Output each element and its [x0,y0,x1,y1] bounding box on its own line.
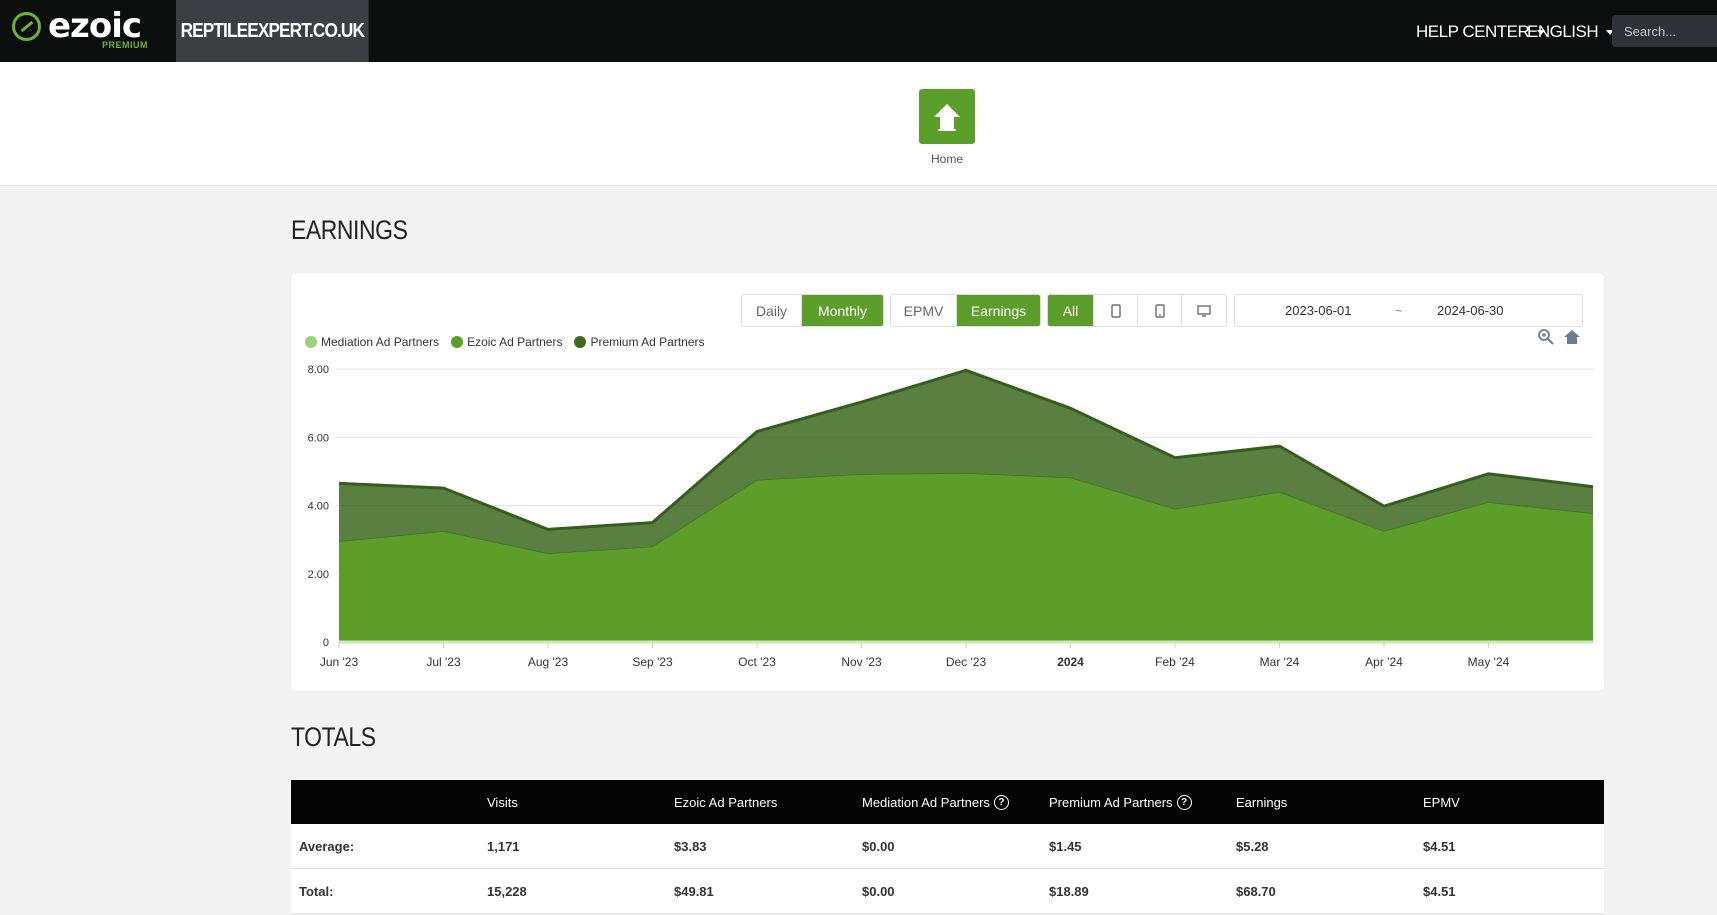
help-icon[interactable]: ? [1176,794,1192,810]
x-tick-label: Oct '23 [738,655,776,669]
col-mediation-ad-partners: Mediation Ad Partners ? [862,794,1009,810]
earnings-area-chart: 0 2.00 4.00 6.00 8.00 Jun '23 Jul '23 Aug '23 Se… [308,364,1594,669]
ezoic-logo-icon [12,12,41,41]
earnings-chart-card: Daily Monthly EPMV Earnings All 2023-06-… [291,273,1604,691]
y-tick-label: 4.00 [308,501,329,513]
col-premium-ad-partners: Premium Ad Partners ? [1049,794,1192,810]
cell-earnings: $68.70 [1236,883,1276,899]
ezoic-logo[interactable]: ezoic PREMIUM [12,6,162,53]
home-button[interactable] [919,89,975,144]
help-center-label: HELP CENTER [1416,22,1530,41]
y-tick-label: 6.00 [308,432,329,444]
cell-epmv: $4.51 [1423,838,1456,854]
x-tick-label: Apr '24 [1365,655,1403,669]
help-icon[interactable]: ? [993,794,1009,810]
cell-visits: 15,228 [487,883,527,899]
language-label: ENGLISH [1527,22,1599,41]
home-icon [934,103,960,131]
row-label: Average: [299,838,355,854]
col-earnings: Earnings [1236,794,1288,810]
x-tick-label: Dec '23 [946,655,987,669]
col-premium-label: Premium Ad Partners [1049,794,1173,810]
top-nav: ezoic PREMIUM REPTILEEXPERT.CO.UK HELP C… [0,0,1717,62]
cell-visits: 1,171 [487,838,520,854]
help-center-menu[interactable]: HELP CENTER [1416,22,1546,42]
x-tick-label: Jul '23 [426,655,461,669]
col-visits: Visits [487,794,518,810]
cell-premium: $1.45 [1049,838,1082,854]
home-label: Home [930,152,963,166]
y-tick-label: 2.00 [308,569,329,581]
x-tick-label: Sep '23 [632,655,673,669]
earnings-title: EARNINGS [291,215,408,245]
col-epmv: EPMV [1423,794,1460,810]
language-menu[interactable]: ENGLISH [1527,22,1615,42]
cell-ezoic: $49.81 [674,883,714,899]
x-tick-label: Mar '24 [1260,655,1300,669]
home-strip: Home [0,62,1717,186]
cell-premium: $18.89 [1049,883,1089,899]
row-label: Total: [299,883,334,899]
table-row: Total: 15,228 $49.81 $0.00 $18.89 $68.70… [291,869,1604,914]
table-header: Visits Ezoic Ad Partners Mediation Ad Pa… [291,780,1604,824]
totals-title: TOTALS [291,722,376,752]
table-row: Average: 1,171 $3.83 $0.00 $1.45 $5.28 $… [291,824,1604,869]
cell-ezoic: $3.83 [674,838,707,854]
x-tick-label: Nov '23 [841,655,882,669]
search-input[interactable] [1612,15,1717,47]
y-tick-label: 0 [323,637,329,649]
brand-tier: PREMIUM [102,40,148,50]
x-tick-label: May '24 [1468,655,1510,669]
site-selector[interactable]: REPTILEEXPERT.CO.UK [176,0,369,62]
x-tick-label: Jun '23 [320,655,359,669]
totals-table: Visits Ezoic Ad Partners Mediation Ad Pa… [291,780,1604,914]
col-mediation-label: Mediation Ad Partners [862,794,990,810]
x-tick-label: Feb '24 [1155,655,1195,669]
cell-mediation: $0.00 [862,838,895,854]
col-ezoic-ad-partners: Ezoic Ad Partners [674,794,778,810]
cell-epmv: $4.51 [1423,883,1456,899]
x-tick-label: 2024 [1057,655,1084,669]
y-tick-label: 8.00 [308,364,329,376]
cell-mediation: $0.00 [862,883,895,899]
x-tick-label: Aug '23 [528,655,569,669]
cell-earnings: $5.28 [1236,838,1269,854]
